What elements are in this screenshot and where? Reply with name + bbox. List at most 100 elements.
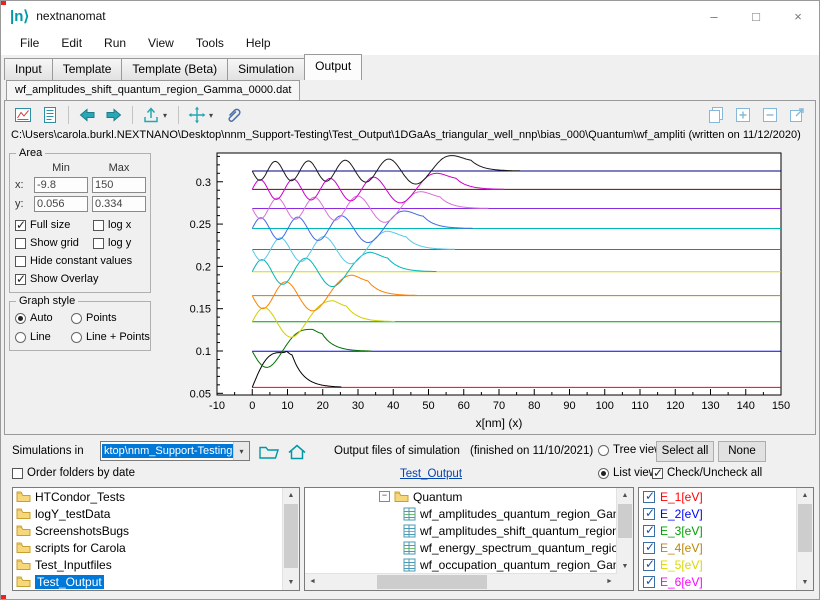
scroll-up-icon[interactable]: ▲ bbox=[617, 488, 633, 503]
tree-file-item[interactable]: wf_energy_spectrum_quantum_region_Gamm bbox=[305, 539, 617, 556]
tree-file-item[interactable]: wf_amplitudes_shift_quantum_region_Gamm bbox=[305, 522, 617, 539]
tab-template-beta[interactable]: Template (Beta) bbox=[121, 58, 228, 80]
scroll-down-icon[interactable]: ▼ bbox=[797, 575, 813, 590]
file-path: C:\Users\carola.burkl.NEXTNANO\Desktop\n… bbox=[11, 129, 685, 141]
chart-area[interactable]: -100102030405060708090100110120130140150… bbox=[155, 145, 815, 434]
checkbox-log-x[interactable]: log x bbox=[93, 217, 145, 233]
scrollbar-thumb[interactable] bbox=[284, 504, 298, 568]
checkbox-show-overlay[interactable]: Show Overlay bbox=[15, 271, 145, 287]
tab-input[interactable]: Input bbox=[4, 58, 53, 80]
tree-folder-quantum[interactable]: −Quantum bbox=[305, 488, 617, 505]
home-icon[interactable] bbox=[285, 440, 309, 464]
menu-view[interactable]: View bbox=[137, 33, 185, 53]
fit-dropdown-caret[interactable]: ▾ bbox=[209, 111, 218, 120]
simulation-folder-combobox[interactable]: ktop\nnm_Support-Testing ▾ bbox=[100, 441, 250, 461]
maximize-button[interactable]: □ bbox=[735, 1, 777, 31]
chart-view-icon[interactable] bbox=[11, 103, 35, 127]
export-dropdown-caret[interactable]: ▾ bbox=[163, 111, 172, 120]
menu-file[interactable]: File bbox=[9, 33, 50, 53]
written-date-note: (written on 11/12/2020) bbox=[688, 129, 800, 141]
checkbox-full-size[interactable]: Full size bbox=[15, 217, 93, 233]
detach-window-icon[interactable] bbox=[785, 103, 809, 127]
scroll-down-icon[interactable]: ▼ bbox=[283, 575, 299, 590]
minimize-button[interactable]: – bbox=[693, 1, 735, 31]
tab-template[interactable]: Template bbox=[52, 58, 123, 80]
scrollbar-thumb[interactable] bbox=[798, 504, 812, 552]
collapse-icon[interactable]: − bbox=[379, 491, 390, 502]
attachment-icon[interactable] bbox=[221, 103, 245, 127]
folders-list[interactable]: HTCondor_TestslogY_testDataScreenshotsBu… bbox=[12, 487, 300, 591]
scrollbar-thumb[interactable] bbox=[618, 504, 632, 538]
folder-item-screenshotsbugs[interactable]: ScreenshotsBugs bbox=[13, 522, 283, 539]
files-tree[interactable]: −Quantumwf_amplitudes_quantum_region_Gam… bbox=[304, 487, 634, 591]
variables-scrollbar[interactable]: ▲ ▼ bbox=[796, 488, 813, 590]
tree-file-item[interactable]: wf_amplitudes_quantum_region_Gamma_00 bbox=[305, 505, 617, 522]
test-output-link[interactable]: Test_Output bbox=[400, 468, 462, 480]
folder-item-logy-testdata[interactable]: logY_testData bbox=[13, 505, 283, 522]
remove-window-icon[interactable] bbox=[758, 103, 782, 127]
radio-points[interactable]: Points bbox=[71, 310, 150, 326]
tree-view-radio[interactable]: Tree view bbox=[598, 444, 662, 456]
variable-item-e-3-ev[interactable]: E_3[eV] bbox=[639, 522, 797, 539]
files-tree-vscrollbar[interactable]: ▲ ▼ bbox=[616, 488, 633, 574]
y-min-input[interactable] bbox=[34, 196, 88, 212]
navigate-forward-icon[interactable] bbox=[102, 103, 126, 127]
new-window-icon[interactable] bbox=[731, 103, 755, 127]
tree-file-item[interactable]: wf_occupation_quantum_region_Gamma.dat bbox=[305, 556, 617, 573]
svg-text:0.05: 0.05 bbox=[190, 388, 211, 400]
folder-icon bbox=[16, 507, 31, 520]
combobox-dropdown-icon[interactable]: ▾ bbox=[233, 442, 249, 460]
select-all-button[interactable]: Select all bbox=[656, 441, 714, 462]
checkbox-hide-constant-values[interactable]: Hide constant values bbox=[15, 253, 145, 269]
order-folders-checkbox[interactable]: Order folders by date bbox=[12, 467, 135, 479]
scrollbar-thumb[interactable] bbox=[377, 575, 487, 589]
check-uncheck-all-checkbox[interactable]: Check/Uncheck all bbox=[652, 467, 762, 479]
copy-window-icon[interactable] bbox=[704, 103, 728, 127]
checkbox-log-y[interactable]: log y bbox=[93, 235, 145, 251]
variable-item-e-1-ev[interactable]: E_1[eV] bbox=[639, 488, 797, 505]
browse-folder-icon[interactable] bbox=[257, 440, 281, 464]
export-icon[interactable] bbox=[139, 103, 163, 127]
tab-simulation[interactable]: Simulation bbox=[227, 58, 305, 80]
report-view-icon[interactable] bbox=[38, 103, 62, 127]
folder-item-test-output[interactable]: Test_Output bbox=[13, 573, 283, 590]
checkbox-box bbox=[93, 238, 104, 249]
folders-scrollbar[interactable]: ▲ ▼ bbox=[282, 488, 299, 590]
tab-output[interactable]: Output bbox=[304, 54, 362, 80]
folder-item-scripts-for-carola[interactable]: scripts for Carola bbox=[13, 539, 283, 556]
folder-item-test-inputfiles[interactable]: Test_Inputfiles bbox=[13, 556, 283, 573]
scroll-down-icon[interactable]: ▼ bbox=[617, 559, 633, 574]
menubar: FileEditRunViewToolsHelp bbox=[1, 31, 819, 56]
scroll-up-icon[interactable]: ▲ bbox=[797, 488, 813, 503]
radio-line-points[interactable]: Line + Points bbox=[71, 329, 150, 345]
radio-line[interactable]: Line bbox=[15, 329, 71, 345]
variable-item-e-6-ev[interactable]: E_6[eV] bbox=[639, 573, 797, 590]
none-button[interactable]: None bbox=[718, 441, 766, 462]
menu-help[interactable]: Help bbox=[235, 33, 282, 53]
fit-to-window-icon[interactable] bbox=[185, 103, 209, 127]
scroll-right-icon[interactable]: ► bbox=[602, 574, 617, 590]
area-checkboxes: Full sizelog xShow gridlog y Hide constan… bbox=[15, 217, 145, 287]
close-button[interactable]: × bbox=[777, 1, 819, 31]
variable-item-e-2-ev[interactable]: E_2[eV] bbox=[639, 505, 797, 522]
graph-style-groupbox: Graph style AutoPointsLineLine + Points bbox=[9, 301, 151, 351]
scroll-left-icon[interactable]: ◄ bbox=[305, 574, 320, 590]
files-tree-hscrollbar[interactable]: ◄ ► bbox=[305, 573, 617, 590]
folder-item-htcondor-tests[interactable]: HTCondor_Tests bbox=[13, 488, 283, 505]
scrollbar-corner bbox=[617, 574, 633, 590]
menu-edit[interactable]: Edit bbox=[50, 33, 93, 53]
x-min-input[interactable] bbox=[34, 177, 88, 193]
variable-item-e-4-ev[interactable]: E_4[eV] bbox=[639, 539, 797, 556]
scroll-up-icon[interactable]: ▲ bbox=[283, 488, 299, 503]
checkbox-show-grid[interactable]: Show grid bbox=[15, 235, 93, 251]
x-max-input[interactable] bbox=[92, 177, 146, 193]
y-max-input[interactable] bbox=[92, 196, 146, 212]
list-view-radio[interactable]: List view bbox=[598, 467, 657, 479]
menu-run[interactable]: Run bbox=[93, 33, 137, 53]
radio-auto[interactable]: Auto bbox=[15, 310, 71, 326]
document-tab[interactable]: wf_amplitudes_shift_quantum_region_Gamma… bbox=[6, 80, 300, 101]
menu-tools[interactable]: Tools bbox=[185, 33, 235, 53]
variable-item-e-5-ev[interactable]: E_5[eV] bbox=[639, 556, 797, 573]
navigate-back-icon[interactable] bbox=[75, 103, 99, 127]
variables-list[interactable]: E_1[eV]E_2[eV]E_3[eV]E_4[eV]E_5[eV]E_6[e… bbox=[638, 487, 814, 591]
